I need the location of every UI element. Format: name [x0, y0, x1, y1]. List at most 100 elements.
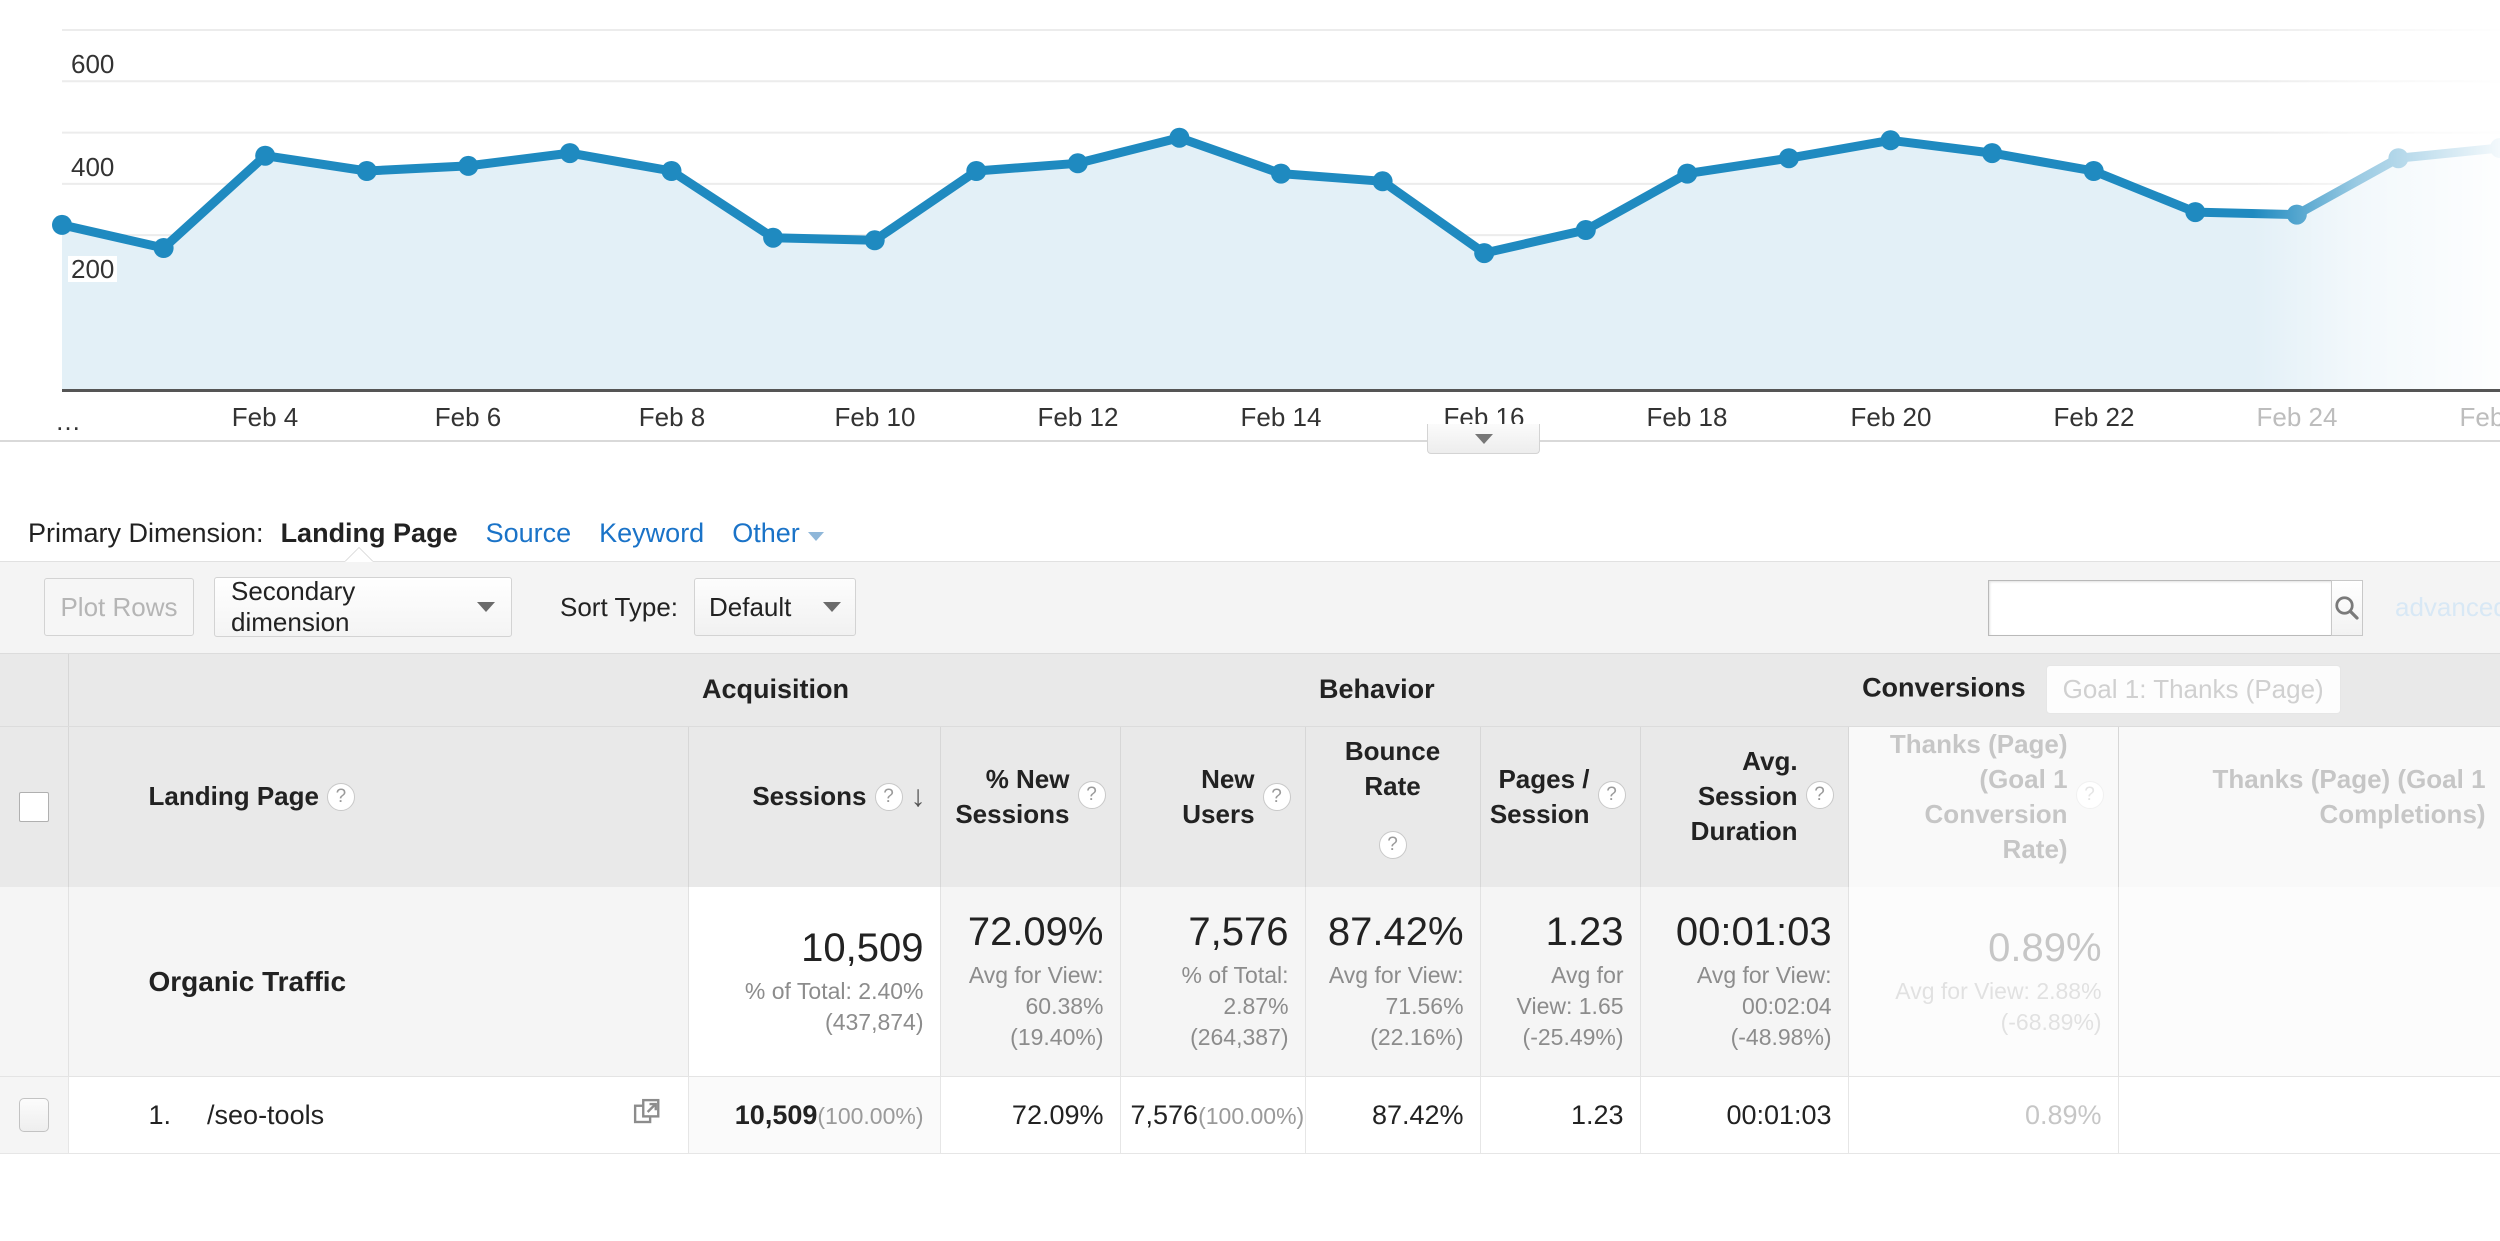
external-link-icon[interactable] [632, 1097, 662, 1134]
primary-dimension-keyword[interactable]: Keyword [599, 518, 704, 549]
summary-goal-conversion-rate-value: 0.89% [1988, 925, 2102, 970]
primary-dimension-source[interactable]: Source [486, 518, 572, 549]
column-header-pages-session-label: Pages / Session [1489, 763, 1590, 829]
report-table: Acquisition Behavior Conversions Goal 1: … [0, 654, 2500, 1155]
chart-data-point[interactable] [966, 161, 987, 181]
help-icon[interactable]: ? [326, 782, 355, 811]
secondary-dimension-label: Secondary dimension [231, 576, 356, 637]
row-avg-session-duration: 00:01:03 [1640, 1076, 1849, 1155]
column-header-sessions[interactable]: Sessions ? ↓ [688, 726, 941, 887]
chart-data-point[interactable] [1778, 148, 1799, 169]
help-icon[interactable]: ? [2075, 781, 2104, 810]
help-icon[interactable]: ? [1378, 831, 1407, 860]
column-header-pages-session[interactable]: Pages / Session ? [1480, 726, 1641, 887]
plot-rows-button[interactable]: Plot Rows [44, 578, 194, 636]
chevron-down-icon[interactable] [807, 531, 824, 541]
column-header-new-users[interactable]: New Users ? [1120, 726, 1306, 887]
x-axis-tick-label: Feb 14 [1240, 402, 1322, 432]
row-checkbox[interactable] [18, 1098, 49, 1133]
chart-data-point[interactable] [1982, 143, 2003, 164]
sort-type-value: Default [709, 591, 792, 622]
chart-data-point[interactable] [1067, 153, 1088, 174]
help-icon[interactable]: ? [874, 782, 903, 811]
column-header-bounce-rate[interactable]: Bounce Rate ? [1305, 726, 1481, 887]
chart-data-point[interactable] [255, 145, 276, 166]
chart-data-point[interactable] [1271, 163, 1291, 184]
sort-type-select[interactable]: Default [694, 578, 856, 636]
row-checkbox-cell[interactable] [0, 1076, 69, 1155]
row-bounce-rate: 87.42% [1305, 1076, 1481, 1155]
chart-data-point[interactable] [864, 230, 885, 251]
help-icon[interactable]: ? [1077, 781, 1106, 810]
search-button[interactable] [2331, 580, 2363, 636]
chart-data-point[interactable] [1169, 127, 1190, 148]
help-icon[interactable]: ? [1597, 781, 1626, 810]
summary-goal-conversion-rate: 0.89% Avg for View: 2.88% (-68.89%) [1848, 886, 2119, 1078]
select-all-checkbox[interactable] [18, 791, 49, 822]
table-column-header-row: Landing Page ? Sessions ? ↓ % New Sessio… [0, 726, 2500, 887]
chart-plot-area[interactable]: 200 400 600 [0, 0, 2500, 390]
chart-data-point[interactable] [2185, 202, 2206, 223]
help-icon[interactable]: ? [1262, 782, 1291, 811]
help-icon[interactable]: ? [1805, 781, 1834, 810]
summary-pages-session: 1.23 Avg for View: 1.65 (-25.49%) [1480, 886, 1641, 1078]
table-row[interactable]: 1. /seo-tools 10,509(100.00%) 72.09% 7,5… [0, 1076, 2500, 1155]
search-input[interactable] [1988, 580, 2331, 636]
summary-bounce-rate: 87.42% Avg for View: 71.56% (22.16%) [1305, 886, 1481, 1078]
chevron-down-icon [1474, 433, 1493, 444]
chart-data-point[interactable] [1372, 171, 1393, 192]
chart-data-point[interactable] [1677, 163, 1698, 184]
column-header-pct-new-sessions-label: % New Sessions [955, 763, 1070, 829]
summary-goal-conversion-rate-sub: Avg for View: 2.88% (-68.89%) [1895, 977, 2102, 1035]
row-bounce-rate-value: 87.42% [1371, 1099, 1464, 1130]
summary-bounce-rate-sub: Avg for View: 71.56% (22.16%) [1328, 962, 1464, 1051]
chart-data-point[interactable] [2388, 148, 2409, 169]
row-pct-new-sessions: 72.09% [940, 1076, 1121, 1155]
chart-data-point[interactable] [52, 214, 72, 235]
x-axis-ellipsis: … [55, 406, 81, 436]
advanced-search-link[interactable]: advanced [2395, 592, 2500, 623]
chart-data-point[interactable] [458, 155, 479, 176]
chart-data-point[interactable] [356, 161, 377, 181]
landing-page-group-cell [68, 654, 688, 727]
column-header-pct-new-sessions[interactable]: % New Sessions ? [940, 726, 1121, 887]
primary-dimension-other[interactable]: Other [732, 518, 800, 549]
chart-data-point[interactable] [1575, 220, 1596, 240]
chart-collapse-handle[interactable] [1427, 424, 1540, 454]
sort-desc-icon[interactable]: ↓ [911, 781, 926, 812]
chart-data-point[interactable] [661, 161, 682, 181]
select-all-checkbox-cell[interactable] [0, 726, 69, 887]
column-header-new-users-label: New Users [1182, 763, 1255, 829]
summary-sessions: 10,509 % of Total: 2.40% (437,874) [688, 886, 941, 1078]
chart-data-point[interactable] [153, 238, 174, 258]
row-sessions-value: 10,509 [734, 1099, 818, 1130]
landing-pages-table: Acquisition Behavior Conversions Goal 1: … [0, 654, 2500, 1155]
chart-data-point[interactable] [2286, 204, 2307, 225]
column-header-landing-page[interactable]: Landing Page ? [68, 726, 689, 887]
x-axis-tick-label: Feb 6 [434, 402, 502, 432]
row-landing-page-cell[interactable]: 1. /seo-tools [68, 1076, 689, 1155]
chart-data-point[interactable] [2083, 161, 2104, 181]
chart-data-point[interactable] [1474, 243, 1495, 264]
column-header-goal-completions[interactable]: Thanks (Page) (Goal 1 Completions) [2118, 726, 2500, 887]
select-all-cell [0, 654, 69, 727]
summary-pct-new-sessions: 72.09% Avg for View: 60.38% (19.40%) [940, 886, 1121, 1078]
column-header-avg-session-duration[interactable]: Avg. Session Duration ? [1640, 726, 1849, 887]
row-index: 1. [148, 1099, 172, 1130]
summary-new-users-value: 7,576 [1188, 910, 1289, 955]
goal-select[interactable]: Goal 1: Thanks (Page) [2045, 665, 2341, 715]
summary-pct-new-sessions-value: 72.09% [967, 910, 1104, 955]
row-avg-session-duration-value: 00:01:03 [1726, 1099, 1832, 1130]
chart-data-point[interactable] [763, 227, 784, 248]
y-axis-tick-label: 200 [68, 256, 118, 283]
row-landing-page-link[interactable]: /seo-tools [207, 1100, 324, 1131]
chart-data-point[interactable] [1880, 130, 1901, 151]
chart-bottom-divider [0, 440, 2500, 442]
column-header-goal-conversion-rate[interactable]: Thanks (Page) (Goal 1 Conversion Rate) ? [1848, 726, 2119, 887]
secondary-dimension-select[interactable]: Secondary dimension [214, 576, 512, 637]
chart-data-point[interactable] [559, 143, 580, 164]
primary-dimension-active-landing-page[interactable]: Landing Page [281, 518, 458, 549]
timeline-chart-panel: 200 400 600 … Feb 4 Feb 6 Feb 8 Feb 10 Feb 12 Fe… [0, 0, 2500, 455]
summary-pct-new-sessions-sub: Avg for View: 60.38% (19.40%) [968, 962, 1104, 1051]
table-group-header-row: Acquisition Behavior Conversions Goal 1: … [0, 654, 2500, 727]
